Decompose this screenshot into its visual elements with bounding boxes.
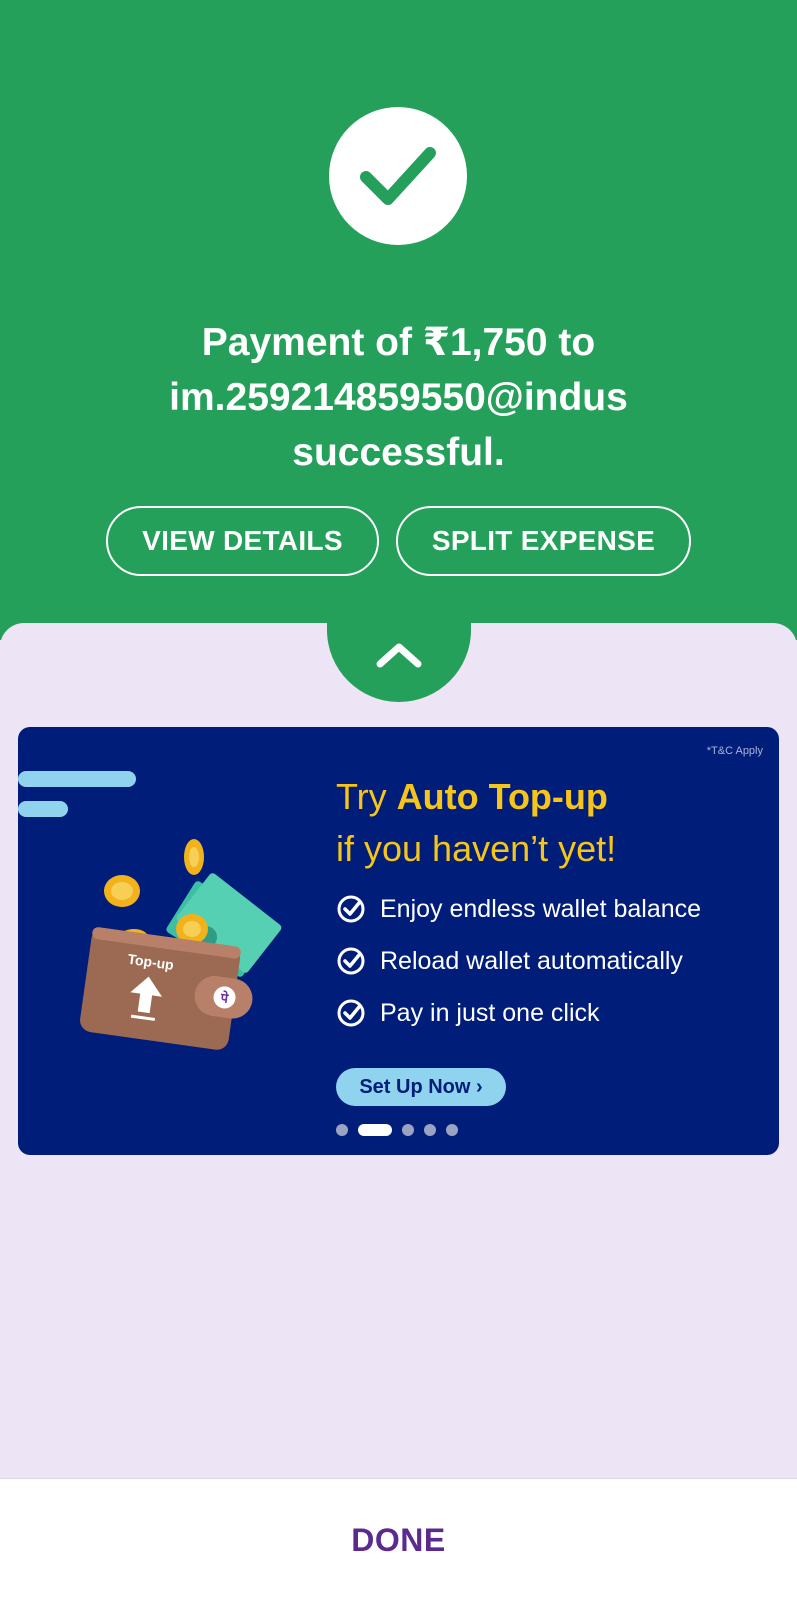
feature-text: Enjoy endless wallet balance [380, 894, 702, 923]
check-icon [360, 147, 436, 205]
auto-topup-banner[interactable]: *T&C Apply पे Top-up Try Auto Top-up if … [18, 727, 779, 1155]
success-header: Payment of ₹1,750 to im.259214859550@ind… [0, 0, 797, 640]
tc-apply-note: *T&C Apply [706, 745, 763, 757]
done-button[interactable]: DONE [351, 1522, 445, 1559]
decor-streak [18, 801, 68, 817]
feature-text: Reload wallet automatically [380, 946, 683, 975]
decor-streak [18, 771, 136, 787]
success-check-badge [329, 107, 467, 245]
chevron-up-icon [376, 643, 422, 668]
payment-status-message: Payment of ₹1,750 to im.259214859550@ind… [60, 315, 737, 480]
headline-prefix: Try [336, 776, 397, 817]
payment-message-line2: im.259214859550@indus [169, 376, 628, 419]
carousel-dot[interactable] [336, 1124, 348, 1136]
carousel-dot[interactable] [446, 1124, 458, 1136]
carousel-indicator[interactable] [336, 1124, 468, 1136]
banner-headline-line2: if you haven’t yet! [336, 828, 617, 869]
check-circle-icon [337, 895, 365, 923]
split-expense-button[interactable]: SPLIT EXPENSE [396, 506, 691, 576]
payment-message-line1: Payment of ₹1,750 to [201, 321, 596, 364]
wallet-illustration: पे Top-up [80, 839, 282, 1050]
check-circle-icon [337, 947, 365, 975]
feature-text: Pay in just one click [380, 998, 600, 1027]
view-details-button[interactable]: VIEW DETAILS [106, 506, 379, 576]
set-up-now-button[interactable]: Set Up Now › [336, 1068, 506, 1106]
carousel-dot[interactable] [402, 1124, 414, 1136]
feature-item: Reload wallet automatically [336, 946, 683, 976]
footer-bar: DONE [0, 1478, 797, 1601]
check-circle-icon [337, 999, 365, 1027]
carousel-dot[interactable] [424, 1124, 436, 1136]
banner-headline-line1: Try Auto Top-up [336, 771, 616, 823]
banner-headline: Try Auto Top-up if you haven’t yet! [336, 771, 616, 875]
headline-bold: Auto Top-up [396, 776, 608, 817]
feature-item: Enjoy endless wallet balance [336, 894, 701, 924]
payment-message-line3: successful. [292, 431, 505, 474]
feature-item: Pay in just one click [336, 998, 600, 1028]
carousel-dot[interactable] [358, 1124, 392, 1136]
